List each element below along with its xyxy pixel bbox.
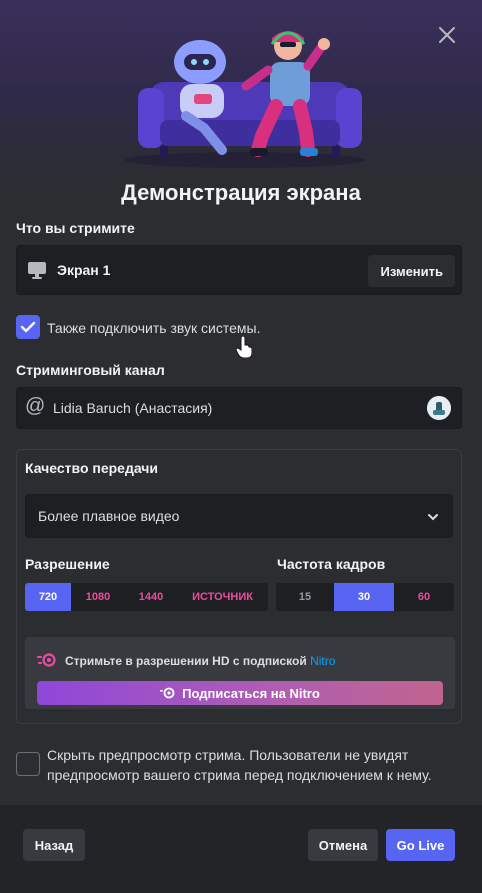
cancel-button[interactable]: Отмена — [308, 829, 378, 861]
source-section-label: Что вы стримите — [16, 220, 135, 236]
hero-illustration — [0, 0, 482, 180]
hide-preview-checkbox[interactable] — [16, 752, 40, 776]
couch-illustration — [125, 31, 365, 168]
framerate-option-30[interactable]: 30 — [334, 583, 394, 611]
quality-section-label: Качество передачи — [25, 460, 159, 476]
resolution-label: Разрешение — [25, 556, 110, 572]
source-selector: Экран 1 Изменить — [16, 245, 462, 295]
framerate-option-15[interactable]: 15 — [276, 583, 334, 611]
change-source-button[interactable]: Изменить — [368, 255, 455, 287]
checkmark-icon — [20, 321, 36, 333]
channel-section-label: Стриминговый канал — [16, 362, 165, 378]
go-live-button[interactable]: Go Live — [386, 829, 455, 861]
nitro-icon — [37, 653, 56, 667]
framerate-label: Частота кадров — [277, 556, 386, 572]
close-button[interactable] — [436, 24, 458, 46]
chevron-down-icon — [428, 514, 438, 521]
avatar — [427, 396, 451, 420]
hide-preview-label[interactable]: Скрыть предпросмотр стрима. Пользователи… — [47, 745, 472, 785]
source-name: Экран 1 — [57, 262, 111, 278]
screen-share-modal: Демонстрация экрана Что вы стримите Экра… — [0, 0, 482, 893]
resolution-option-1080[interactable]: 1080 — [71, 583, 125, 611]
quality-preset-select[interactable]: Более плавное видео — [25, 494, 453, 538]
audio-checkbox-label[interactable]: Также подключить звук системы. — [47, 320, 260, 336]
dialog-footer: Назад Отмена Go Live — [0, 805, 482, 893]
audio-checkbox[interactable] — [16, 315, 40, 339]
at-icon: @ — [25, 395, 46, 417]
resolution-option-1440[interactable]: 1440 — [125, 583, 177, 611]
framerate-option-60[interactable]: 60 — [394, 583, 454, 611]
nitro-icon — [160, 687, 175, 699]
nitro-link[interactable]: Nitro — [310, 654, 335, 668]
nitro-upsell: Стримьте в разрешении HD с подпиской Nit… — [25, 637, 455, 709]
resolution-selector: 720 1080 1440 ИСТОЧНИК — [25, 583, 268, 611]
hand-cursor-icon — [236, 336, 252, 358]
subscribe-nitro-label: Подписаться на Nitro — [182, 685, 320, 701]
quality-preset-value: Более плавное видео — [38, 508, 180, 524]
quality-panel: Качество передачи Более плавное видео Ра… — [16, 449, 462, 724]
channel-display: @ Lidia Baruch (Анастасия) — [16, 387, 462, 429]
resolution-option-720[interactable]: 720 — [25, 583, 71, 611]
close-icon — [439, 27, 455, 43]
channel-name: Lidia Baruch (Анастасия) — [53, 400, 213, 416]
nitro-promo-text: Стримьте в разрешении HD с подпиской — [65, 654, 307, 668]
subscribe-nitro-button[interactable]: Подписаться на Nitro — [37, 681, 443, 705]
monitor-icon — [28, 262, 46, 279]
back-button[interactable]: Назад — [23, 829, 85, 861]
dialog-title: Демонстрация экрана — [121, 180, 361, 205]
resolution-option-source[interactable]: ИСТОЧНИК — [177, 583, 268, 611]
framerate-selector: 15 30 60 — [276, 583, 454, 611]
